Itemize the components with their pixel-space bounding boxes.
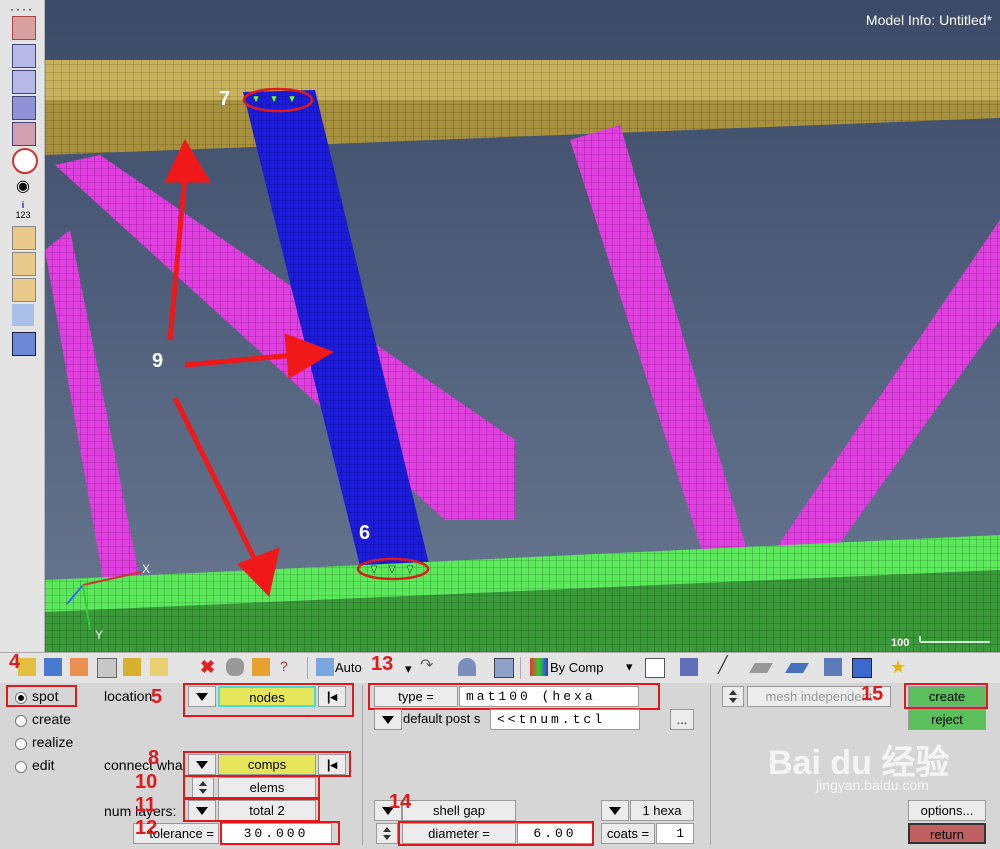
browse-button[interactable]: ... — [670, 709, 694, 730]
annotation-10: 10 — [135, 771, 158, 793]
highlight-num-layers — [183, 798, 320, 822]
return-button[interactable]: return — [908, 823, 986, 844]
toolbar-grip[interactable]: ···· — [10, 2, 34, 16]
transform-icon[interactable] — [12, 304, 34, 326]
surface-icon[interactable] — [12, 332, 36, 356]
loadcol-icon[interactable] — [123, 658, 141, 676]
panel-icon-1[interactable] — [12, 16, 36, 40]
by-comp-label[interactable]: By Comp — [550, 660, 603, 675]
diagonal-member-2 — [775, 220, 1000, 550]
highlight-tolerance — [220, 821, 340, 845]
annotation-4: 4 — [9, 651, 21, 673]
surface-view-icon[interactable] — [785, 663, 809, 673]
annotation-9: 9 — [152, 350, 164, 372]
annotation-8: 8 — [148, 747, 160, 769]
rotate-icon[interactable]: ↷ — [420, 658, 438, 676]
top-beam-top-face — [45, 60, 1000, 100]
find-icon[interactable] — [252, 658, 270, 676]
panel-icon-2[interactable] — [12, 44, 36, 68]
plane-icon[interactable] — [749, 663, 773, 673]
shell-gap-button[interactable]: shell gap — [402, 800, 516, 821]
panel-icon-3[interactable] — [12, 70, 36, 94]
radio-create-label: create — [32, 711, 71, 727]
location-label: location — [104, 688, 153, 704]
elements-icon[interactable] — [824, 658, 842, 676]
left-toolbar: ···· ◉ i 123 — [0, 0, 45, 652]
annotation-13: 13 — [371, 653, 394, 675]
component-icon[interactable] — [18, 658, 36, 676]
annotation-5: 5 — [151, 686, 163, 708]
annotation-12: 12 — [135, 817, 158, 839]
assembly-icon[interactable] — [97, 658, 117, 678]
annotation-14: 14 — [389, 791, 412, 813]
delete-icon[interactable]: ✖ — [200, 658, 218, 676]
highlight-elems — [183, 775, 320, 799]
label-abc-2-icon[interactable] — [12, 278, 36, 302]
axis-y-label: Y — [95, 628, 104, 642]
info-icon[interactable]: i 123 — [12, 200, 34, 222]
stop-icon[interactable] — [12, 148, 38, 174]
mask-icon[interactable] — [226, 658, 244, 676]
wireframe-icon[interactable] — [645, 658, 665, 678]
panel-icon-4[interactable] — [12, 96, 36, 120]
help-icon[interactable]: ? — [280, 658, 298, 676]
measure-icon[interactable] — [12, 226, 36, 250]
radio-create[interactable] — [15, 715, 27, 727]
material-icon[interactable] — [44, 658, 62, 676]
model-mesh — [45, 60, 1000, 652]
include-icon[interactable] — [150, 658, 168, 676]
dropdown-arrow-icon[interactable]: ▾ — [405, 661, 412, 677]
cube-icon[interactable] — [494, 658, 514, 678]
label-abc-icon[interactable] — [12, 252, 36, 276]
default-post-label: default post s — [403, 711, 481, 726]
radio-edit[interactable] — [15, 761, 27, 773]
highlight-connect — [183, 751, 351, 777]
view-toolbar: ✖ ? Auto ▾ ↷ By Comp ▾ ╱ ★ 4 13 — [0, 651, 1000, 683]
panel-icon-5[interactable] — [12, 122, 36, 146]
hexa-dropdown[interactable] — [601, 800, 629, 821]
annotation-6: 6 — [359, 522, 371, 544]
radio-realize-label: realize — [32, 734, 74, 750]
by-comp-dropdown-icon[interactable]: ▾ — [626, 659, 633, 675]
watermark-url: jingyan.baidu.com — [816, 777, 929, 793]
highlight-spot — [6, 685, 77, 707]
auto-view-icon[interactable] — [316, 658, 334, 676]
by-comp-icon[interactable] — [530, 658, 548, 676]
display-icon[interactable] — [852, 658, 872, 678]
scale-label: 100 — [891, 637, 910, 649]
model-info-label: Model Info: Untitled* — [865, 12, 992, 28]
line-icon[interactable]: ╱ — [718, 658, 736, 676]
vertical-member-right — [570, 125, 750, 560]
highlight-type — [368, 683, 660, 710]
hexa-button[interactable]: 1 hexa — [630, 800, 694, 821]
coats-input[interactable]: 1 — [656, 823, 694, 844]
connector-panel: spot create realize edit location nodes … — [0, 683, 1000, 849]
options-button[interactable]: options... — [908, 800, 986, 821]
default-post-input[interactable]: <<tnum.tcl — [490, 709, 640, 730]
annotation-11: 11 — [135, 794, 157, 816]
diameter-toggle[interactable] — [376, 823, 398, 844]
highlight-diameter — [398, 821, 594, 846]
binoculars-icon[interactable]: ◉ — [12, 176, 34, 198]
highlight-create — [904, 683, 988, 709]
shaded-mesh-icon[interactable] — [680, 658, 698, 676]
graphics-viewport[interactable]: Model Info: Untitled* 7 6 9 X Y 100 — [45, 0, 1000, 652]
default-post-dropdown[interactable] — [374, 709, 402, 730]
reject-button[interactable]: reject — [908, 709, 986, 730]
annotation-7: 7 — [219, 88, 231, 110]
coats-button[interactable]: coats = — [601, 823, 655, 844]
shaded-icon[interactable] — [458, 658, 476, 676]
favorite-star-icon[interactable]: ★ — [890, 658, 908, 676]
mesh-independent-toggle[interactable] — [722, 686, 744, 707]
left-member — [45, 230, 140, 590]
property-icon[interactable] — [70, 658, 88, 676]
annotation-15: 15 — [861, 683, 884, 705]
radio-realize[interactable] — [15, 738, 27, 750]
auto-label[interactable]: Auto — [335, 660, 362, 675]
radio-edit-label: edit — [32, 757, 55, 773]
axis-x-label: X — [142, 562, 151, 576]
highlight-location — [183, 683, 354, 717]
